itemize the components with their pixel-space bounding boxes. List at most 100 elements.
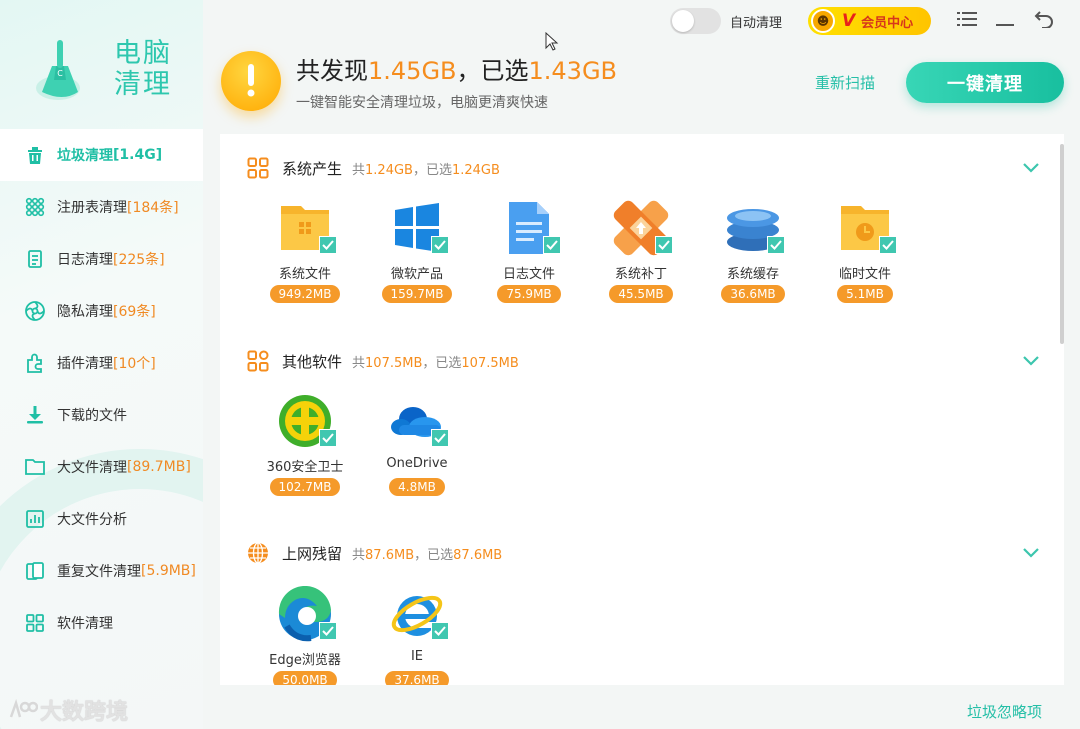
sidebar-item-duplicate-clean[interactable]: 重复文件清理 [5.9MB] — [0, 545, 203, 597]
found-size: 1.45GB — [368, 57, 457, 85]
total-prefix: 共 — [352, 547, 366, 563]
section-system-generated[interactable]: 系统产生 共1.24GB，已选1.24GB — [245, 153, 1039, 183]
selected-size: 1.24GB — [451, 162, 500, 178]
total-prefix: 共 — [352, 162, 366, 178]
junk-item-system-cache[interactable]: 系统缓存 36.6MB — [708, 200, 820, 303]
item-size-badge: 37.6MB — [385, 671, 449, 685]
sidebar-item-large-file-analysis[interactable]: 大文件分析 — [0, 493, 203, 545]
checkbox-checked-icon[interactable] — [879, 236, 897, 254]
checkbox-checked-icon[interactable] — [319, 236, 337, 254]
menu-button[interactable] — [956, 10, 978, 32]
junk-item-360[interactable]: 360安全卫士 102.7MB — [260, 393, 372, 496]
app-title: 电脑清理 — [114, 38, 172, 100]
checkbox-checked-icon[interactable] — [543, 236, 561, 254]
temp-file-icon — [837, 200, 897, 256]
sidebar-item-count: [89.7MB] — [127, 459, 191, 475]
section-other-software[interactable]: 其他软件 共107.5MB，已选107.5MB — [245, 346, 1039, 376]
scan-result-title: 共发现1.45GB，已选1.43GB — [296, 51, 617, 86]
junk-list-panel: 系统产生 共1.24GB，已选1.24GB 系统文件 949.2MB 微软产品 … — [220, 134, 1064, 685]
windows-icon — [389, 200, 449, 256]
patch-icon — [613, 200, 673, 256]
apps-icon — [23, 611, 47, 635]
cache-icon — [725, 200, 785, 256]
watermark-logo-icon — [8, 698, 39, 721]
junk-item-edge[interactable]: Edge浏览器 50.0MB — [260, 585, 372, 685]
sidebar-item-software-clean[interactable]: 软件清理 — [0, 597, 203, 649]
panel-scrollbar[interactable] — [1060, 144, 1064, 344]
auto-clean-toggle[interactable] — [670, 8, 721, 34]
sidebar-item-downloads[interactable]: 下载的文件 — [0, 389, 203, 441]
sidebar-item-junk-clean[interactable]: 垃圾清理 [1.4G] — [0, 129, 203, 181]
registry-icon — [23, 195, 47, 219]
edge-icon — [277, 585, 337, 642]
sidebar-item-registry-clean[interactable]: 注册表清理 [184条] — [0, 181, 203, 233]
sidebar-item-privacy-clean[interactable]: 隐私清理 [69条] — [0, 285, 203, 337]
total-size: 1.24GB — [365, 162, 413, 178]
item-label: 微软产品 — [390, 267, 443, 282]
chevron-down-icon[interactable] — [1019, 156, 1043, 180]
chevron-down-icon[interactable] — [1019, 541, 1043, 565]
selected-prefix: ，已选 — [412, 162, 452, 178]
sidebar: C 电脑清理 垃圾清理 [1.4G] 注册表清理 [184条] 日志清理 [225条] — [0, 0, 203, 729]
item-size-badge: 5.1MB — [837, 285, 893, 303]
privacy-icon — [23, 299, 47, 323]
vip-avatar-icon: ☻ — [811, 9, 835, 33]
checkbox-checked-icon[interactable] — [319, 622, 337, 640]
section-browser-residue[interactable]: 上网残留 共87.6MB，已选87.6MB — [245, 538, 1039, 568]
section-summary: 共87.6MB，已选87.6MB — [352, 544, 502, 563]
sidebar-item-label: 下载的文件 — [57, 408, 127, 424]
junk-ignore-list-link[interactable]: 垃圾忽略项 — [967, 701, 1042, 722]
app-logo: C 电脑清理 — [28, 32, 198, 112]
log-icon — [23, 247, 47, 271]
rescan-link[interactable]: 重新扫描 — [815, 72, 875, 93]
sidebar-item-count: [184条] — [127, 200, 179, 216]
item-label: 系统缓存 — [726, 267, 779, 282]
item-label: 系统补丁 — [614, 267, 667, 282]
ie-icon — [389, 586, 449, 642]
one-click-clean-button[interactable]: 一键清理 — [906, 62, 1064, 103]
plugin-icon — [23, 351, 47, 375]
svg-text:C: C — [57, 69, 63, 78]
chevron-down-icon[interactable] — [1019, 349, 1043, 373]
sidebar-item-plugin-clean[interactable]: 插件清理 [10个] — [0, 337, 203, 389]
minimize-icon — [996, 12, 1014, 31]
watermark: 大数跨境 — [8, 694, 128, 726]
section-summary: 共107.5MB，已选107.5MB — [352, 352, 519, 371]
vip-v-icon: V — [842, 11, 856, 31]
sidebar-item-log-clean[interactable]: 日志清理 [225条] — [0, 233, 203, 285]
sidebar-item-count: [69条] — [113, 304, 156, 320]
junk-item-ie[interactable]: IE 37.6MB — [372, 586, 484, 685]
junk-item-microsoft-products[interactable]: 微软产品 159.7MB — [372, 200, 484, 303]
scan-subtitle: 一键智能安全清理垃圾，电脑更清爽快速 — [296, 95, 548, 111]
item-size-badge: 159.7MB — [381, 285, 453, 303]
sidebar-item-label: 注册表清理 — [57, 200, 127, 216]
onedrive-icon — [389, 393, 449, 449]
total-prefix: 共 — [352, 355, 366, 371]
checkbox-checked-icon[interactable] — [431, 622, 449, 640]
section-items: 系统文件 949.2MB 微软产品 159.7MB 日志文件 75.9MB 系统… — [260, 200, 932, 303]
menu-icon — [957, 11, 977, 31]
chart-icon — [23, 507, 47, 531]
vip-center-button[interactable]: ☻ V 会员中心 — [808, 7, 931, 35]
watermark-text: 大数跨境 — [40, 700, 129, 725]
junk-item-system-patches[interactable]: 系统补丁 45.5MB — [596, 200, 708, 303]
checkbox-checked-icon[interactable] — [431, 429, 449, 447]
sidebar-item-label: 大文件分析 — [57, 512, 127, 528]
back-button[interactable] — [1033, 10, 1055, 32]
junk-item-log-files[interactable]: 日志文件 75.9MB — [484, 200, 596, 303]
minimize-button[interactable] — [994, 10, 1016, 32]
sidebar-item-label: 隐私清理 — [57, 304, 113, 320]
sidebar-item-large-file-clean[interactable]: 大文件清理 [89.7MB] — [0, 441, 203, 493]
item-label: 临时文件 — [838, 267, 891, 282]
auto-clean-label: 自动清理 — [730, 16, 783, 31]
junk-item-temp-files[interactable]: 临时文件 5.1MB — [820, 200, 932, 303]
checkbox-checked-icon[interactable] — [319, 429, 337, 447]
item-label: 系统文件 — [278, 267, 331, 282]
checkbox-checked-icon[interactable] — [655, 236, 673, 254]
junk-item-system-files[interactable]: 系统文件 949.2MB — [260, 200, 372, 303]
headline-prefix: 共发现 — [296, 57, 368, 85]
checkbox-checked-icon[interactable] — [431, 236, 449, 254]
selected-prefix: ，已选 — [414, 547, 454, 563]
checkbox-checked-icon[interactable] — [767, 236, 785, 254]
junk-item-onedrive[interactable]: OneDrive 4.8MB — [372, 393, 484, 496]
